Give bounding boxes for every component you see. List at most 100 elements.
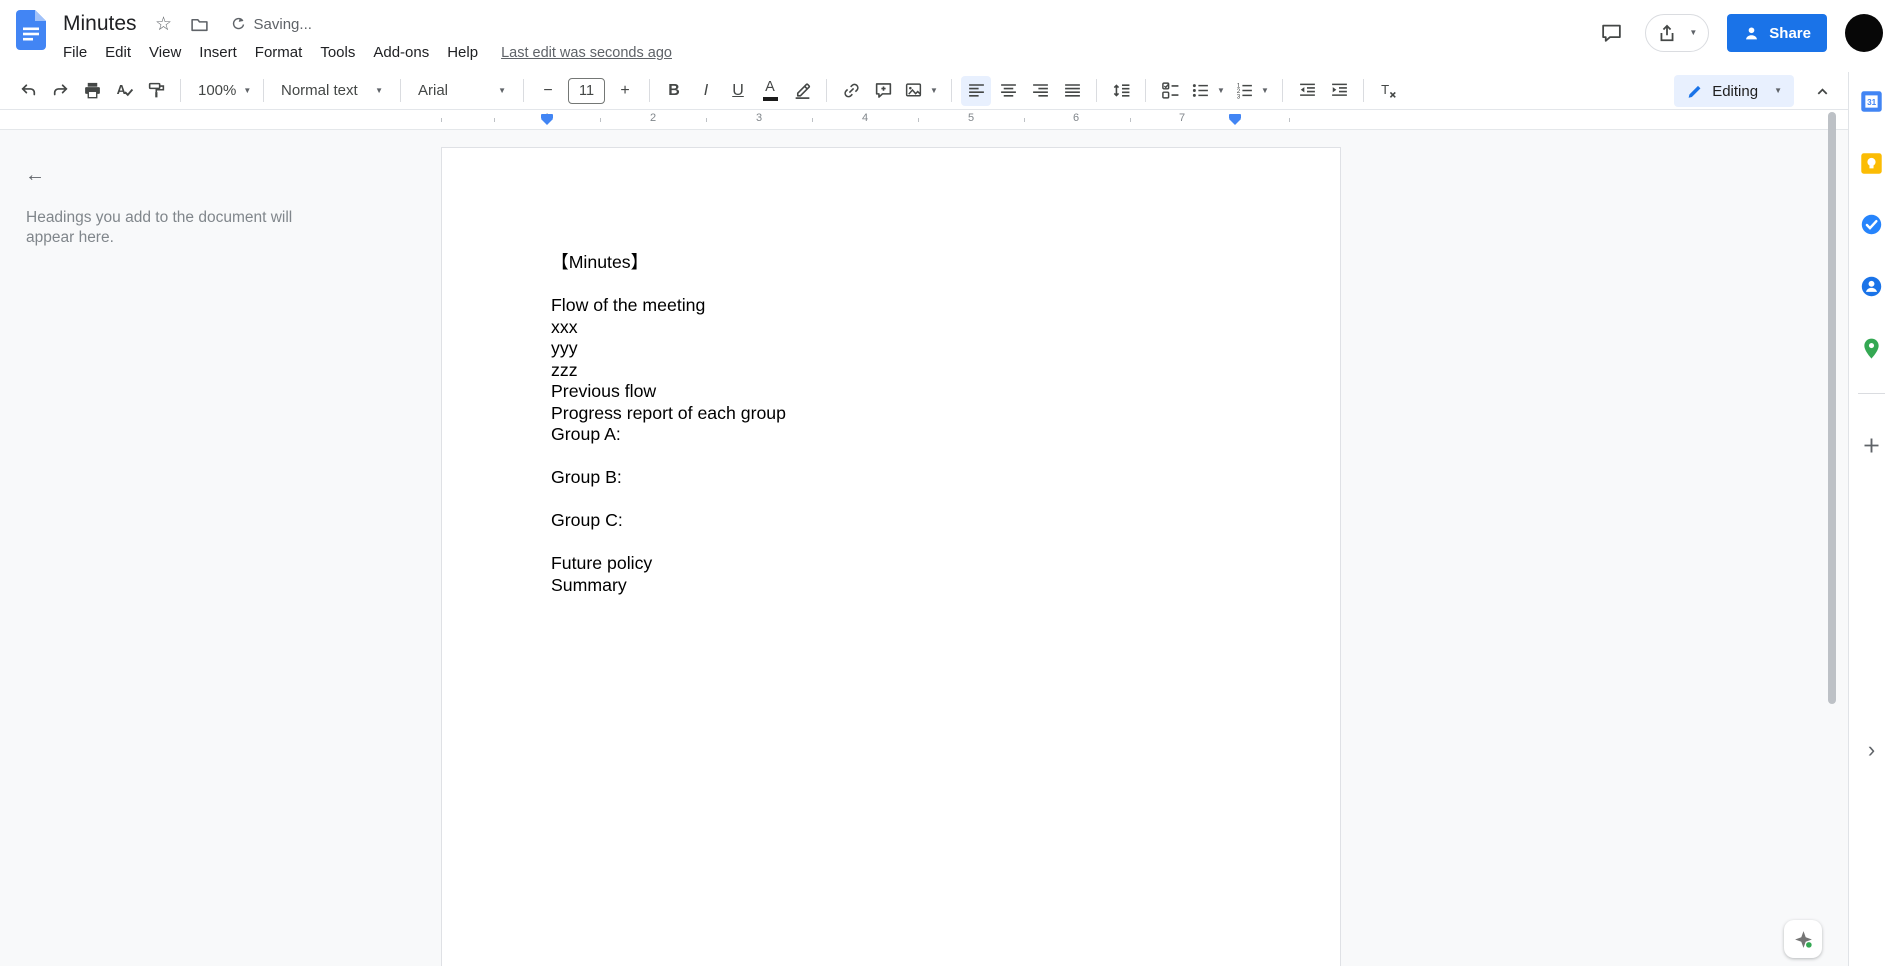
align-right-button[interactable] — [1025, 76, 1055, 106]
last-edit-link[interactable]: Last edit was seconds ago — [501, 45, 672, 61]
doc-line[interactable] — [551, 446, 1234, 468]
bulleted-list-icon — [1192, 84, 1208, 97]
menu-insert[interactable]: Insert — [190, 41, 246, 64]
highlight-color-button[interactable] — [787, 76, 817, 106]
document-canvas: ← Headings you add to the document will … — [0, 129, 1848, 966]
explore-button[interactable] — [1784, 920, 1822, 958]
menu-tools[interactable]: Tools — [311, 41, 364, 64]
font-size-input[interactable]: 11 — [568, 77, 605, 104]
add-comment-button[interactable] — [868, 76, 898, 106]
saving-status[interactable]: Saving... — [230, 16, 312, 33]
menu-addons[interactable]: Add-ons — [364, 41, 438, 64]
avatar[interactable] — [1845, 14, 1883, 52]
scrollbar-thumb[interactable] — [1828, 112, 1836, 704]
align-left-icon — [968, 84, 984, 97]
caret-down-icon: ▼ — [930, 85, 938, 95]
checklist-button[interactable] — [1155, 76, 1185, 106]
saving-status-label: Saving... — [253, 15, 312, 33]
share-button[interactable]: Share — [1727, 14, 1827, 52]
decrease-indent-button[interactable] — [1292, 76, 1322, 106]
google-calendar-button[interactable]: 31 — [1855, 84, 1889, 118]
outline-pane: ← Headings you add to the document will … — [18, 158, 318, 248]
chevron-right-icon: › — [1867, 737, 1876, 762]
insert-link-button[interactable] — [836, 76, 866, 106]
menu-edit[interactable]: Edit — [96, 41, 140, 64]
insert-image-button[interactable]: ▼ — [900, 76, 942, 106]
doc-line[interactable]: yyy — [551, 338, 1234, 360]
zoom-select[interactable]: 100% ▼ — [189, 76, 255, 106]
get-addons-button[interactable] — [1855, 428, 1889, 462]
document-title[interactable]: Minutes — [58, 12, 142, 36]
doc-line[interactable]: Group A: — [551, 424, 1234, 446]
menubar: File Edit View Insert Format Tools Add-o… — [54, 41, 672, 64]
increase-indent-icon — [1331, 83, 1347, 96]
print-button[interactable] — [77, 76, 107, 106]
doc-line[interactable]: Group C: — [551, 510, 1234, 532]
doc-line[interactable] — [551, 274, 1234, 296]
ruler[interactable]: 1 2 3 4 5 6 7 — [0, 110, 1848, 129]
underline-button[interactable]: U — [723, 76, 753, 106]
undo-button[interactable] — [13, 76, 43, 106]
comment-history-button[interactable] — [1595, 17, 1627, 49]
redo-button[interactable] — [45, 76, 75, 106]
doc-line[interactable]: zzz — [551, 360, 1234, 382]
doc-line[interactable]: Future policy — [551, 553, 1234, 575]
doc-line[interactable]: Progress report of each group — [551, 403, 1234, 425]
doc-line[interactable]: 【Minutes】 — [551, 252, 1234, 274]
star-button[interactable]: ☆ — [148, 8, 180, 40]
numbered-list-button[interactable]: 123 ▼ — [1231, 76, 1273, 106]
google-contacts-button[interactable] — [1855, 269, 1889, 303]
italic-button[interactable]: I — [691, 76, 721, 106]
plus-icon — [1864, 438, 1879, 452]
align-center-button[interactable] — [993, 76, 1023, 106]
paint-format-icon — [148, 82, 164, 98]
chevron-up-icon — [1817, 87, 1827, 94]
vertical-scrollbar[interactable] — [1826, 112, 1838, 966]
google-keep-button[interactable] — [1855, 146, 1889, 180]
left-indent-marker[interactable] — [541, 114, 553, 125]
menu-view[interactable]: View — [140, 41, 190, 64]
doc-line[interactable]: Flow of the meeting — [551, 295, 1234, 317]
text-color-button[interactable]: A — [755, 76, 785, 106]
calendar-icon: 31 — [1861, 90, 1882, 112]
menu-format[interactable]: Format — [246, 41, 312, 64]
doc-line[interactable]: xxx — [551, 317, 1234, 339]
close-outline-button[interactable]: ← — [18, 158, 52, 192]
docs-logo-icon[interactable] — [16, 10, 46, 50]
decrease-font-size-button[interactable]: − — [533, 76, 563, 106]
header-actions: ▼ Share — [1595, 14, 1883, 52]
editing-mode-button[interactable]: Editing ▼ — [1674, 75, 1794, 107]
hide-menus-button[interactable] — [1807, 76, 1837, 106]
google-maps-button[interactable] — [1855, 331, 1889, 365]
toolbar-separator — [523, 79, 524, 102]
clear-formatting-button[interactable]: T — [1373, 76, 1403, 106]
line-spacing-button[interactable] — [1106, 76, 1136, 106]
increase-font-size-button[interactable]: + — [610, 76, 640, 106]
doc-line[interactable] — [551, 532, 1234, 554]
align-left-button[interactable] — [961, 75, 991, 106]
paint-format-button[interactable] — [141, 76, 171, 106]
paragraph-style-select[interactable]: Normal text ▼ — [272, 76, 392, 106]
doc-line[interactable]: Summary — [551, 575, 1234, 597]
google-tasks-button[interactable] — [1855, 207, 1889, 241]
increase-indent-button[interactable] — [1324, 76, 1354, 106]
align-justify-button[interactable] — [1057, 76, 1087, 106]
bulleted-list-button[interactable]: ▼ — [1187, 76, 1229, 106]
header: Minutes ☆ Saving... File Edit View Inser… — [0, 0, 1894, 72]
doc-line[interactable]: Previous flow — [551, 381, 1234, 403]
move-to-folder-button[interactable] — [184, 8, 216, 40]
doc-line[interactable] — [551, 489, 1234, 511]
right-indent-marker[interactable] — [1229, 114, 1241, 125]
bold-icon: B — [668, 81, 680, 99]
upload-menu-button[interactable]: ▼ — [1645, 14, 1710, 52]
menu-help[interactable]: Help — [438, 41, 487, 64]
document-page[interactable]: 【Minutes】 Flow of the meeting xxx yyy zz… — [441, 147, 1341, 966]
spell-check-button[interactable]: A — [109, 76, 139, 106]
bold-button[interactable]: B — [659, 76, 689, 106]
font-select[interactable]: Arial ▼ — [409, 76, 515, 106]
doc-line[interactable]: Group B: — [551, 467, 1234, 489]
hide-side-panel-button[interactable]: › — [1855, 733, 1889, 767]
toolbar-separator — [649, 79, 650, 102]
menu-file[interactable]: File — [54, 41, 96, 64]
link-icon — [843, 83, 859, 98]
